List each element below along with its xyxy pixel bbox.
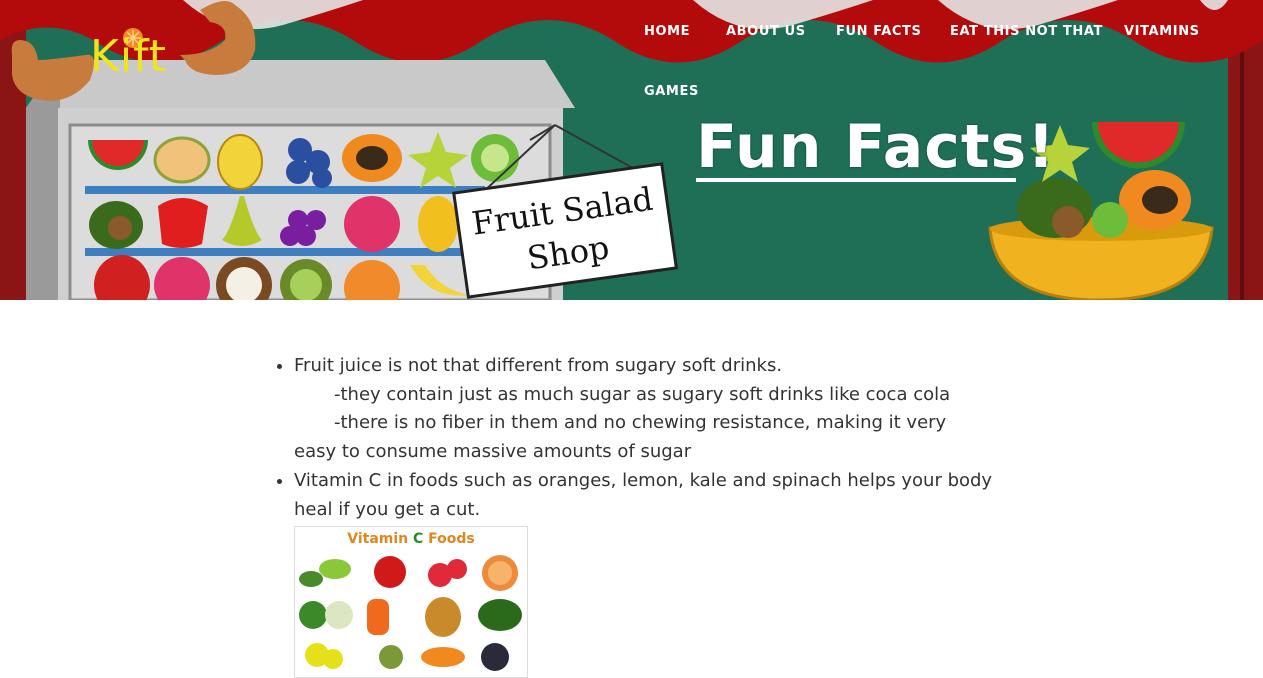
nav-vitamins[interactable]: VITAMINS [1124, 24, 1200, 39]
fact-subpoint: -there is no fiber in them and no chewin… [334, 412, 947, 434]
fact-text: Fruit juice is not that different from s… [294, 355, 783, 376]
nav-eat-this-not-that[interactable]: EAT THIS NOT THAT [950, 24, 1103, 39]
nav-about-us[interactable]: ABOUT US [726, 24, 806, 39]
fact-subpoint-continued: easy to consume massive amounts of sugar [294, 441, 692, 463]
vitamin-c-foods-image: Vitamin C Foods [294, 526, 528, 678]
vitamin-c-title-part1: Vitamin [347, 531, 413, 547]
hero-title: Fun Facts! [696, 112, 1056, 182]
hero-title-underline [696, 178, 1016, 182]
vitamin-c-title-part2: C [413, 531, 423, 547]
fact-subpoint: -they contain just as much sugar as suga… [334, 383, 951, 405]
logo-text: Kift [90, 31, 168, 82]
hero-banner: Fruit Salad Shop Kift HOME ABOUT US FUN … [0, 0, 1263, 300]
nav-fun-facts[interactable]: FUN FACTS [836, 24, 921, 39]
fun-facts-content: Fruit juice is not that different from s… [272, 352, 1012, 678]
nav-games[interactable]: GAMES [644, 84, 699, 99]
fact-item: Fruit juice is not that different from s… [294, 352, 1012, 467]
fact-text: Vitamin C in foods such as oranges, lemo… [294, 469, 993, 520]
facts-list: Fruit juice is not that different from s… [272, 352, 1012, 678]
fact-item: Vitamin C in foods such as oranges, lemo… [294, 467, 1012, 678]
vitamin-c-title-part3: Foods [423, 531, 474, 547]
svg-text:Vitamin C Foods: Vitamin C Foods [347, 531, 475, 547]
nav-home[interactable]: HOME [644, 24, 690, 39]
